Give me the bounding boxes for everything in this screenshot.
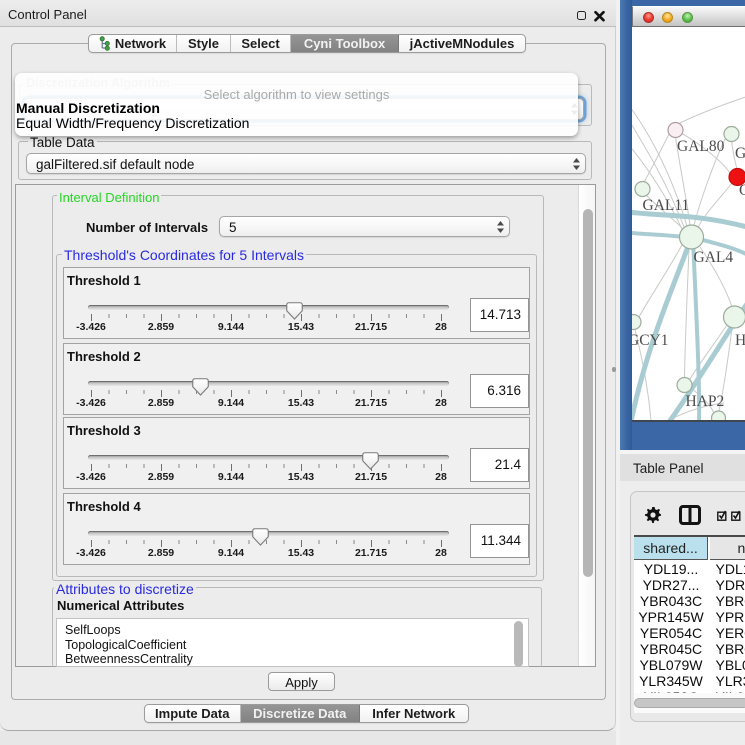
svg-text:GAL4: GAL4: [693, 249, 733, 266]
svg-text:HAP2: HAP2: [685, 393, 724, 410]
svg-text:GCY1: GCY1: [632, 332, 668, 349]
svg-text:GAL11: GAL11: [642, 197, 689, 214]
svg-text:GA: GA: [735, 145, 745, 162]
svg-text:GAL80: GAL80: [677, 138, 725, 155]
svg-text:H: H: [735, 332, 745, 349]
svg-text:C: C: [739, 182, 745, 199]
